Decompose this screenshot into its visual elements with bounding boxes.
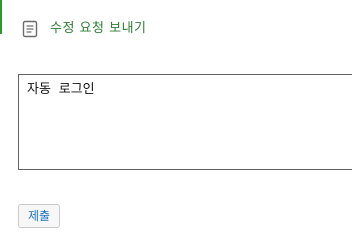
document-icon (22, 20, 38, 38)
accent-bar (0, 0, 2, 34)
request-textarea[interactable]: 자동 로그인 (18, 74, 352, 170)
submit-button[interactable]: 제출 (18, 204, 60, 228)
header-title: 수정 요청 보내기 (50, 21, 147, 36)
header: 수정 요청 보내기 (22, 18, 147, 40)
edit-request-panel: 수정 요청 보내기 자동 로그인 제출 (0, 0, 352, 240)
